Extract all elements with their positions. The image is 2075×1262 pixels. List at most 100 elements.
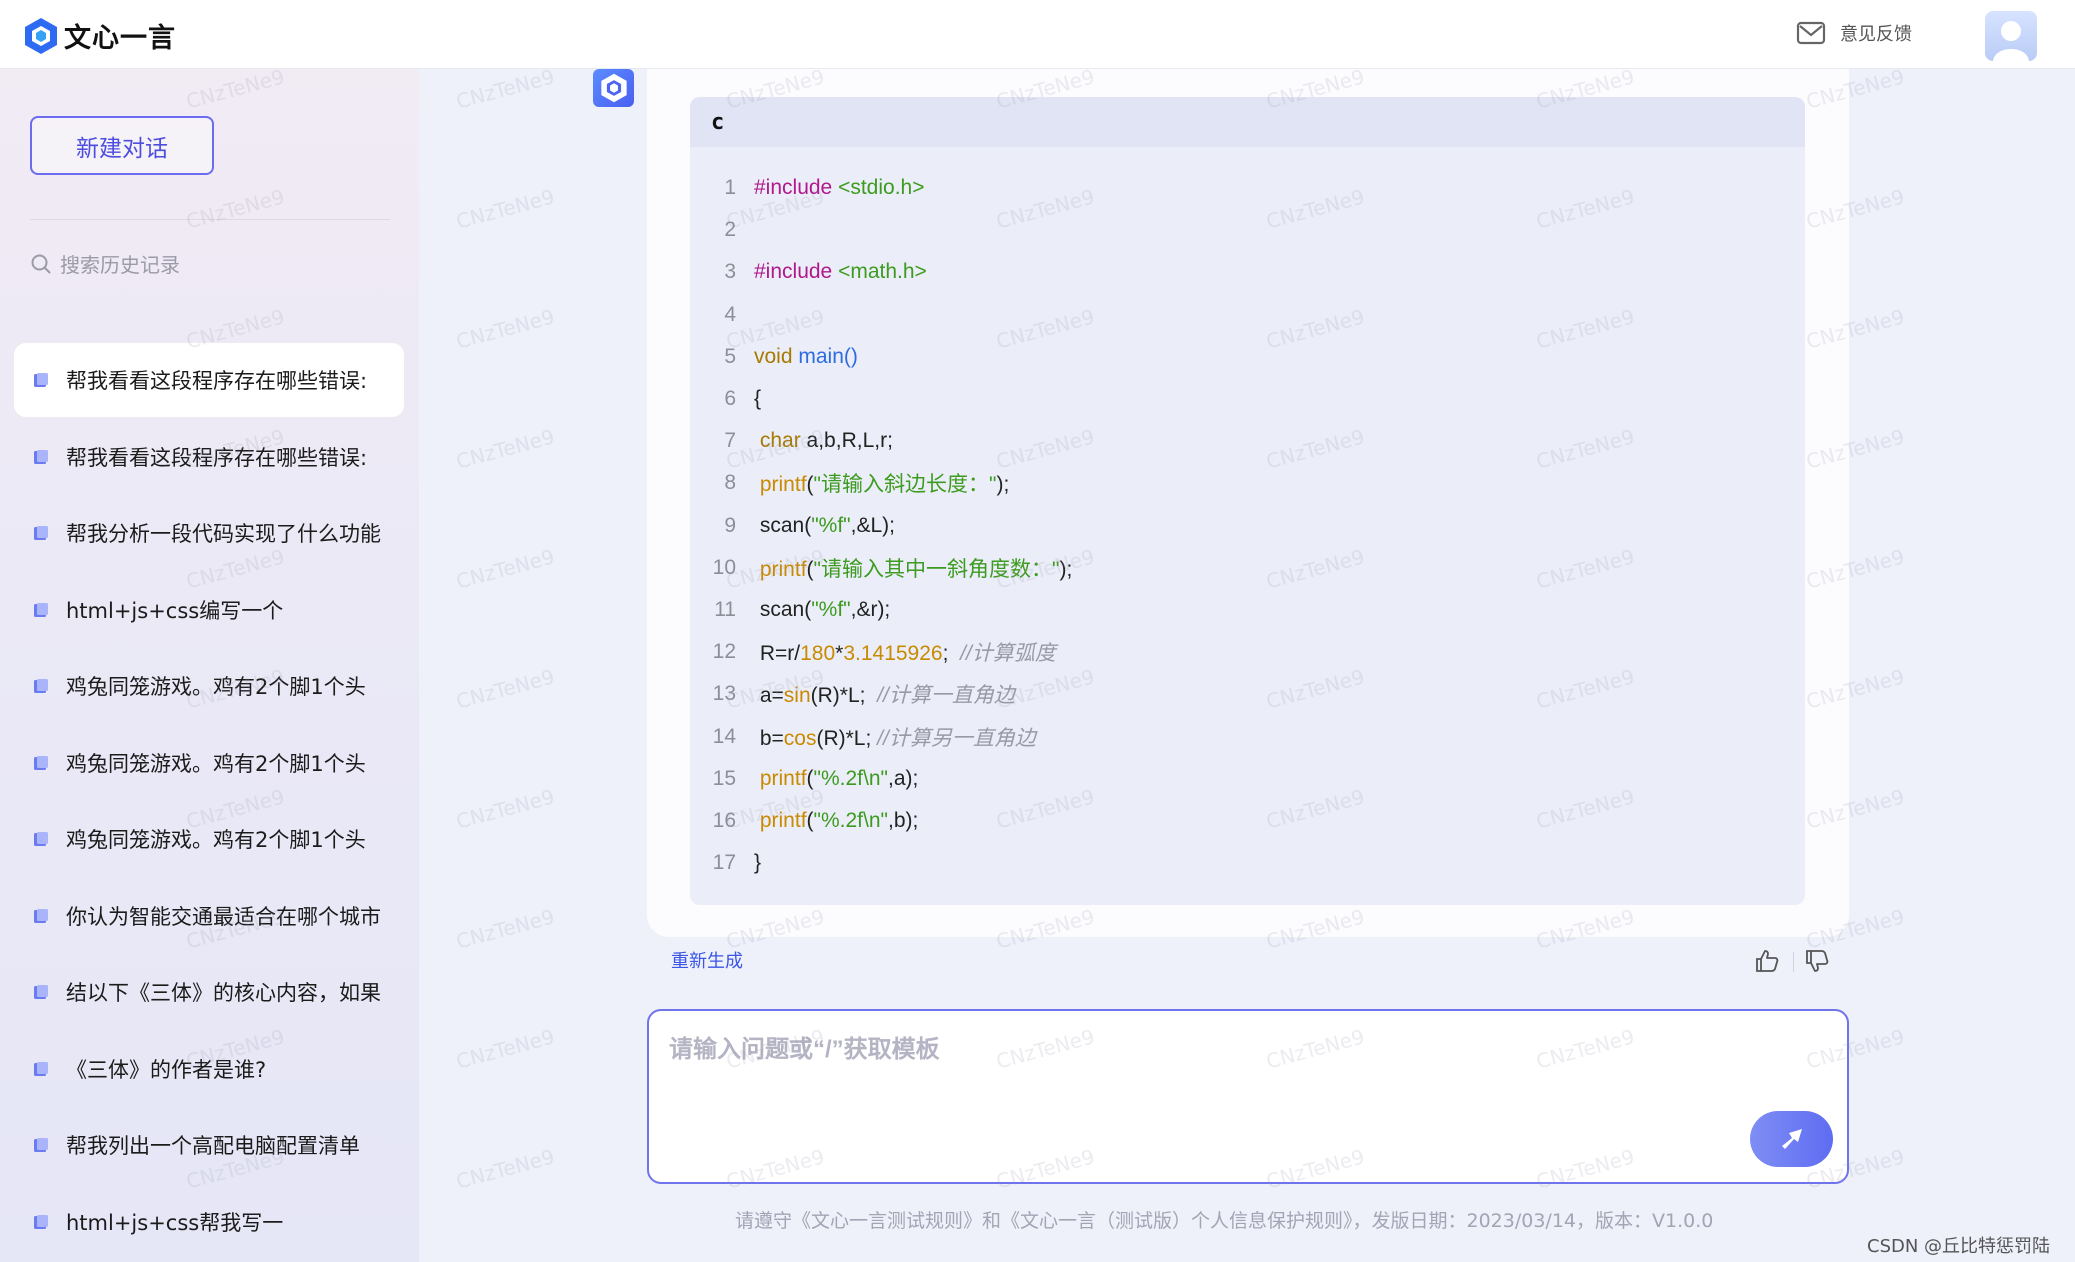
history-item[interactable]: 结以下《三体》的核心内容，如果 (14, 955, 404, 1029)
history-item[interactable]: 《三体》的作者是谁? (14, 1032, 404, 1106)
history-item[interactable]: html+js+css帮我写一 (14, 1185, 404, 1259)
watermark-text: CNzTeNe9 (453, 664, 557, 714)
source-watermark: CSDN @丘比特惩罚陆 (1867, 1236, 2051, 1257)
new-chat-button[interactable]: 新建对话 (30, 116, 214, 175)
thumbs-up-icon[interactable] (1754, 948, 1780, 974)
history-item[interactable]: 帮我列出一个高配电脑配置清单 (14, 1108, 404, 1182)
code-line: 14 b=cos(R)*L; //计算另一直角边 (690, 716, 1036, 758)
bot-avatar (593, 69, 634, 107)
history-item[interactable]: 鸡兔同笼游戏。鸡有2个脚1个头 (14, 649, 404, 723)
line-number: 13 (712, 682, 736, 706)
history-item[interactable]: 鸡兔同笼游戏。鸡有2个脚1个头 (14, 802, 404, 876)
history-item[interactable]: 帮我分析一段代码实现了什么功能 (14, 496, 404, 570)
code-text: printf("请输入斜边长度："); (759, 473, 1010, 497)
code-line: 7 char a,b,R,L,r; (690, 420, 893, 462)
feedback-link[interactable]: 意见反馈 (1796, 20, 1912, 46)
line-number: 3 (724, 260, 736, 284)
code-text: b=cos(R)*L; //计算另一直角边 (754, 726, 1036, 750)
history-search[interactable]: 搜索历史记录 (30, 249, 180, 278)
history-item[interactable]: 帮我看看这段程序存在哪些错误: (14, 420, 404, 494)
watermark-text: CNzTeNe9 (453, 304, 557, 354)
regenerate-button[interactable]: 重新生成 (671, 947, 743, 973)
history-item[interactable]: 帮我看看这段程序存在哪些错误: (14, 343, 404, 417)
line-number: 1 (724, 176, 736, 199)
code-line: 3 #include <math.h> (690, 251, 927, 293)
chat-book-icon (34, 1214, 48, 1229)
code-line: 5 void main() (690, 336, 858, 378)
sidebar-divider (30, 219, 390, 220)
code-line: 1 #include <stdio.h> (690, 167, 924, 209)
app-title: 文心一言 (64, 23, 176, 54)
watermark-text: CNzTeNe9 (453, 424, 557, 474)
logo-icon (25, 17, 57, 54)
code-text: printf("%.2f\n",a); (759, 766, 919, 790)
user-avatar[interactable] (1985, 11, 2037, 61)
code-text: a=sin(R)*L; //计算一直角边 (754, 684, 1015, 708)
history-item[interactable]: 你认为智能交通最适合在哪个城市 (14, 879, 404, 953)
watermark-text: CNzTeNe9 (453, 544, 557, 594)
code-block: c 1 #include <stdio.h> 2 3 #include <math.h>… (690, 97, 1805, 905)
history-item-label: 你认为智能交通最适合在哪个城市 (66, 904, 381, 929)
user-icon (1993, 21, 2029, 61)
history-item-label: html+js+css编写一个 (66, 598, 284, 623)
code-header: c (690, 97, 1805, 147)
watermark-text: CNzTeNe9 (453, 784, 557, 834)
line-number: 15 (712, 766, 736, 790)
line-number: 2 (724, 218, 736, 242)
search-icon (31, 254, 51, 274)
code-line: 2 (690, 209, 736, 251)
chat-book-icon (34, 832, 48, 846)
code-text: printf("请输入其中一斜角度数："); (759, 557, 1073, 581)
code-text: void main() (754, 344, 858, 368)
line-number: 10 (712, 555, 736, 579)
code-text: { (754, 387, 762, 410)
chat-book-icon (34, 908, 48, 923)
chat-book-icon (34, 449, 48, 464)
code-text: printf("%.2f\n",b); (759, 809, 919, 832)
prompt-input[interactable] (669, 1029, 1769, 1149)
code-text: #include <math.h> (754, 260, 927, 284)
top-header: 文心一言 意见反馈 (0, 0, 2075, 69)
chat-book-icon (34, 679, 48, 693)
search-placeholder: 搜索历史记录 (60, 253, 180, 277)
code-text: #include <stdio.h> (754, 176, 925, 199)
line-number: 16 (712, 809, 736, 832)
code-text: char a,b,R,L,r; (759, 429, 893, 453)
code-line: 17} (690, 842, 761, 884)
history-item-label: 结以下《三体》的核心内容，如果 (66, 981, 381, 1005)
app-logo[interactable]: 文心一言 (24, 16, 176, 55)
history-item-label: 帮我分析一段代码实现了什么功能 (66, 522, 381, 546)
footer-notice: 请遵守《文心一言测试规则》和《文心一言（测试版）个人信息保护规则》，发版日期：2… (735, 1210, 1714, 1232)
line-number: 7 (724, 429, 736, 453)
code-line: 15 printf("%.2f\n",a); (690, 758, 919, 800)
sidebar: 新建对话 搜索历史记录 帮我看看这段程序存在哪些错误: 帮我看看这段程序存在哪些错… (0, 69, 419, 1262)
history-item-label: 《三体》的作者是谁? (66, 1057, 267, 1082)
answer-card: c 1 #include <stdio.h> 2 3 #include <math.h>… (647, 69, 1849, 937)
thumbs-down-icon[interactable] (1804, 948, 1830, 974)
line-number: 14 (712, 724, 736, 748)
watermark-text: CNzTeNe9 (453, 904, 557, 954)
line-number: 12 (712, 640, 736, 664)
code-language: c (711, 109, 725, 135)
chat-book-icon (34, 602, 48, 617)
send-button[interactable] (1750, 1111, 1833, 1167)
chat-book-icon (34, 985, 48, 999)
watermark-text: CNzTeNe9 (453, 184, 557, 234)
line-number: 4 (724, 302, 736, 326)
line-number: 6 (724, 387, 736, 410)
history-item[interactable]: html+js+css编写一个 (14, 573, 404, 647)
history-item-label: 帮我列出一个高配电脑配置清单 (66, 1134, 360, 1158)
bot-logo-icon (600, 73, 627, 103)
send-icon (1781, 1129, 1802, 1149)
code-line: 12 R=r/180*3.1415926; //计算弧度 (690, 631, 1056, 673)
line-number: 11 (714, 598, 736, 621)
code-text: scan("%f",&r); (754, 598, 891, 621)
history-item-label: 帮我看看这段程序存在哪些错误: (66, 445, 368, 470)
chat-book-icon (34, 1061, 48, 1076)
code-line: 13 a=sin(R)*L; //计算一直角边 (690, 673, 1015, 715)
chat-book-icon (34, 755, 48, 770)
code-line: 6{ (690, 378, 761, 420)
feedback-label: 意见反馈 (1840, 24, 1912, 45)
history-item-label: 鸡兔同笼游戏。鸡有2个脚1个头 (66, 675, 366, 699)
history-item[interactable]: 鸡兔同笼游戏。鸡有2个脚1个头 (14, 726, 404, 800)
